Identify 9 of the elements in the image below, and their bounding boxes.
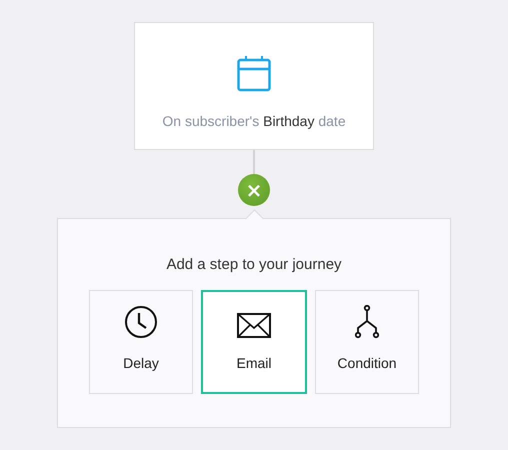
branch-icon (355, 305, 379, 339)
panel-title: Add a step to your journey (166, 256, 342, 273)
step-option[interactable]: Email (201, 290, 307, 394)
trigger-text: On subscriber's Birthday date (162, 113, 346, 129)
clock-icon (124, 305, 158, 339)
calendar-icon (237, 56, 271, 92)
step-option[interactable]: Delay (89, 290, 193, 394)
envelope-icon (237, 313, 271, 339)
step-option[interactable]: Condition (315, 290, 419, 394)
